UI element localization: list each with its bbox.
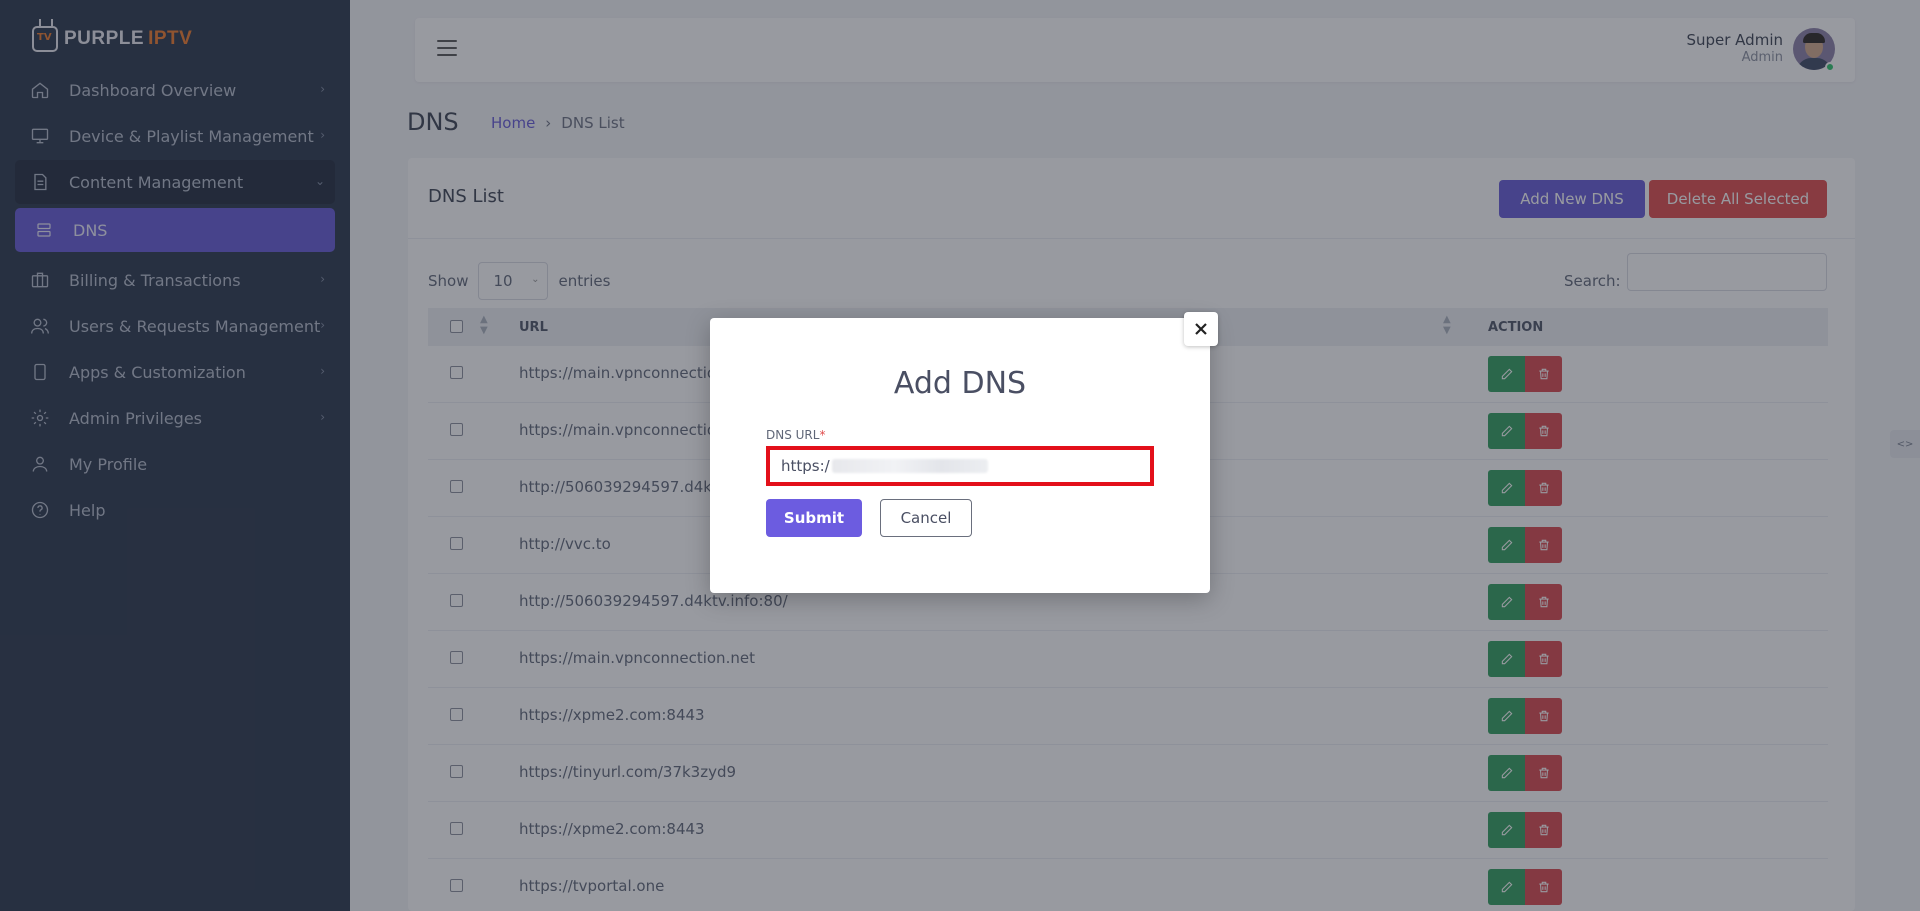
cancel-button[interactable]: Cancel (880, 499, 972, 537)
redacted-text (831, 459, 988, 473)
add-dns-modal: Add DNS DNS URL* https:/ Submit Cancel (710, 318, 1210, 593)
dns-url-label-text: DNS URL (766, 428, 820, 442)
close-icon (1195, 323, 1207, 335)
modal-title: Add DNS (893, 366, 1027, 401)
dns-url-label: DNS URL* (766, 428, 825, 442)
dns-url-input[interactable]: https:/ (766, 446, 1154, 486)
required-mark: * (819, 428, 826, 442)
dns-url-value: https:/ (781, 457, 830, 475)
close-modal-button[interactable] (1184, 312, 1218, 346)
submit-button[interactable]: Submit (766, 499, 862, 537)
